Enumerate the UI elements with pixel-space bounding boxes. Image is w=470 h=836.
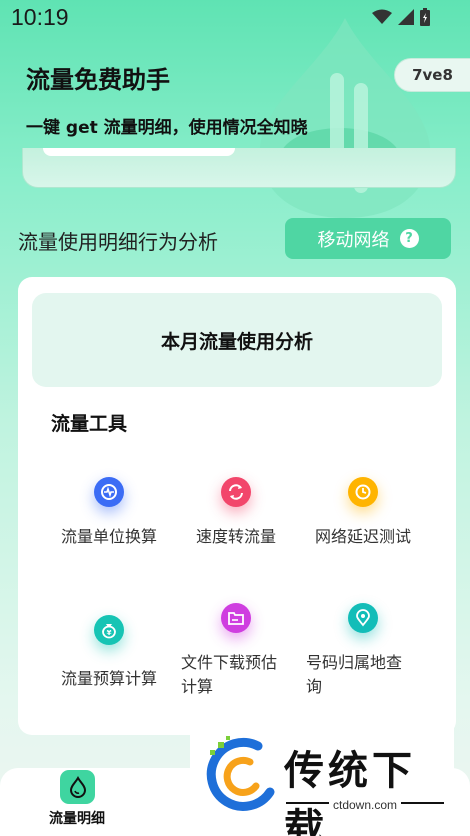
tool-label: 流量预算计算 — [60, 669, 157, 688]
location-pin-icon — [348, 603, 378, 633]
tool-label: 网络延迟测试 — [314, 527, 411, 546]
tool-label: 号码归属地查询 — [306, 653, 403, 696]
status-time: 10:19 — [11, 4, 69, 30]
monthly-analysis-title: 本月流量使用分析 — [160, 330, 313, 353]
help-icon[interactable]: ? — [399, 229, 419, 248]
tool-label: 流量单位换算 — [60, 527, 157, 546]
watermark: 传统下载 ctdown.com — [190, 716, 454, 836]
tool-budget-calculation[interactable]: ¥ 流量预算计算 — [44, 615, 174, 691]
usage-summary-inner — [43, 148, 235, 156]
tools-card: 本月流量使用分析 流量工具 流量单位换算 速度转流量 网络延迟测试 ¥ 流量预算… — [18, 277, 456, 735]
nav-item-traffic-detail[interactable]: 流量明细 — [49, 808, 105, 828]
app-title: 流量免费助手 — [26, 66, 170, 94]
watermark-logo — [206, 736, 275, 811]
usage-summary-card[interactable] — [22, 148, 456, 188]
watermark-text: 传统下载 — [284, 748, 416, 836]
version-badge[interactable]: 7ve8 — [394, 58, 470, 92]
clock-history-icon — [348, 477, 378, 507]
section-title: 流量使用明细行为分析 — [18, 230, 218, 254]
network-type-button[interactable]: 移动网络 ? — [285, 218, 451, 259]
chart-bubble-icon — [94, 477, 124, 507]
refresh-icon — [221, 477, 251, 507]
tools-title: 流量工具 — [51, 413, 128, 435]
tool-label: 速度转流量 — [195, 527, 276, 546]
monthly-analysis-banner[interactable]: 本月流量使用分析 — [32, 293, 442, 387]
tool-unit-conversion[interactable]: 流量单位换算 — [44, 477, 174, 549]
tool-latency-test[interactable]: 网络延迟测试 — [298, 477, 428, 549]
app-subtitle: 一键 get 流量明细，使用情况全知晓 — [26, 118, 308, 138]
tool-number-location[interactable]: 号码归属地查询 — [298, 603, 428, 699]
money-bag-icon: ¥ — [94, 615, 124, 645]
tool-speed-to-traffic[interactable]: 速度转流量 — [171, 477, 301, 549]
tool-label: 文件下载预估计算 — [181, 653, 278, 696]
svg-text:¥: ¥ — [107, 629, 112, 637]
drop-icon[interactable] — [60, 770, 95, 804]
network-type-label: 移动网络 — [317, 229, 390, 251]
folder-icon — [221, 603, 251, 633]
watermark-domain: ctdown.com — [286, 798, 444, 812]
